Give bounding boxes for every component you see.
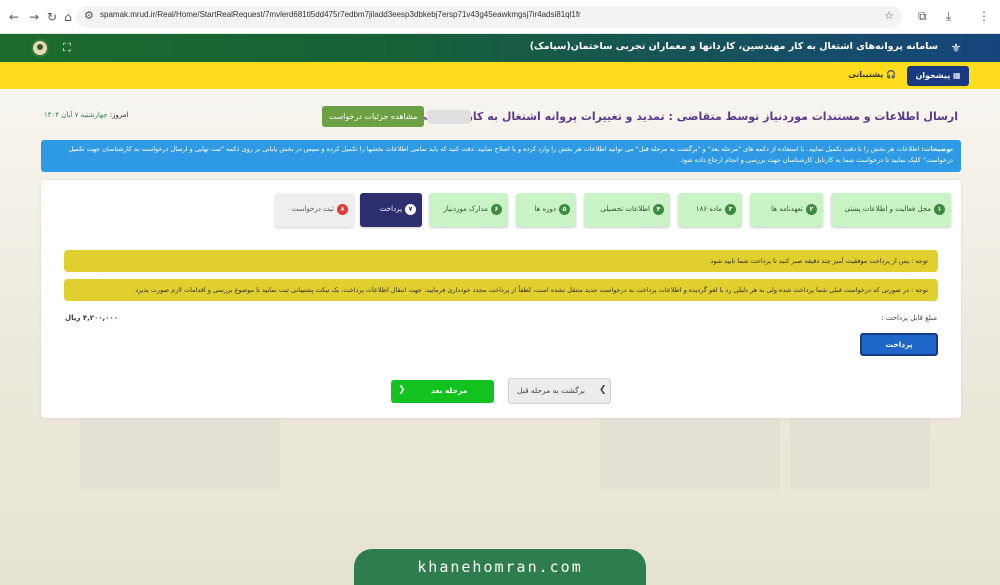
notice-previous-payment: توجه : در صورتی که درخواست قبلی شما پردا… [64,279,938,301]
step-education[interactable]: ۴ اطلاعات تحصیلی [584,193,670,227]
step-required-documents[interactable]: ۶ مدارک موردنیاز [429,193,508,227]
bookmark-star-icon[interactable]: ☆ [884,9,894,22]
step-number: ۳ [725,204,736,215]
step-number: ۲ [806,204,817,215]
step-label: مدارک موردنیاز [443,205,488,213]
step-label: ماده ۱۸۶ [695,205,722,213]
home-icon[interactable]: ⌂ [60,9,76,25]
instructions-box: توضیحات: اطلاعات هر بخش را با دقت تکمیل … [41,140,961,172]
today-date: امروز: چهارشنبه ۷ آبان ۱۴۰۴ [44,111,129,119]
step-payment[interactable]: ۷ پرداخت [360,193,422,227]
previous-step-label: برگشت به مرحله قبل [517,386,585,395]
url-text: spamak.mrud.ir/Real/Home/StartRealReques… [100,10,581,19]
chevron-left-icon: ❮ [398,385,406,395]
browser-menu-icon[interactable]: ⋮ [978,9,990,23]
step-number: ۴ [653,204,664,215]
step-label: تعهدنامه ها [771,205,803,213]
dashboard-label: پیشخوان [915,71,951,80]
forward-icon[interactable]: → [26,9,42,25]
previous-step-button[interactable]: برگشت به مرحله قبل ❯ [508,378,611,404]
extensions-icon[interactable]: ⧉ [918,9,927,24]
site-watermark: khanehomran.com [354,549,646,585]
main-menu: ▦ پیشخوان 🎧 پشتیبانی [0,62,1000,89]
toggle-pill[interactable] [427,110,471,124]
instructions-text: اطلاعات هر بخش را با دقت تکمیل نمایید. ب… [68,145,953,164]
step-label: پرداخت [379,205,402,213]
step-article-186[interactable]: ۳ ماده ۱۸۶ [678,193,742,227]
step-number: ۵ [559,204,570,215]
step-label: محل فعالیت و اطلاعات پستی [844,205,931,213]
payable-amount-label: مبلغ قابل پرداخت : [881,314,937,322]
emblem-icon: ⚜ [950,41,962,55]
grid-icon: ▦ [953,71,961,80]
next-step-button[interactable]: ❮ مرحله بعد [391,380,494,403]
notice-wait-confirmation: توجه : پس از پرداخت موفقیت آمیز چند دقیق… [64,250,938,272]
step-label: دوره ها [534,205,556,213]
payable-amount-value: ۴,۲۰۰,۰۰۰ ریال [65,314,119,322]
browser-toolbar: ← → ↻ ⌂ ⚙ spamak.mrud.ir/Real/Home/Start… [0,0,1000,34]
wizard-steps: ۱ محل فعالیت و اطلاعات پستی ۲ تعهدنامه ه… [41,180,961,240]
step-commitments[interactable]: ۲ تعهدنامه ها [750,193,823,227]
support-link[interactable]: 🎧 پشتیبانی [848,70,896,79]
app-header: ⚜ سامانه پروانه‌های اشتغال به کار مهندسی… [0,34,1000,62]
instructions-heading: توضیحات: [921,145,953,153]
next-step-label: مرحله بعد [431,386,468,395]
step-number: ۶ [491,204,502,215]
step-number: ۷ [405,204,416,215]
step-submit-request[interactable]: ۸ ثبت درخواست [275,193,354,227]
fullscreen-icon[interactable]: ⛶ [63,41,71,55]
date-label: امروز: [109,111,129,119]
step-courses[interactable]: ۵ دوره ها [516,193,576,227]
chevron-right-icon: ❯ [599,385,607,395]
support-label: پشتیبانی [848,70,884,79]
pay-button[interactable]: پرداخت [860,333,938,356]
site-info-icon[interactable]: ⚙ [84,9,94,22]
step-label: اطلاعات تحصیلی [600,205,650,213]
view-request-details-button[interactable]: مشاهده جزئیات درخواست [322,106,424,127]
step-number: ۸ [337,204,348,215]
back-icon[interactable]: ← [6,9,22,25]
download-icon[interactable]: ⤓ [946,9,951,24]
user-avatar[interactable] [31,39,49,57]
address-bar[interactable]: ⚙ spamak.mrud.ir/Real/Home/StartRealRequ… [76,6,902,28]
headset-icon: 🎧 [886,70,896,79]
step-number: ۱ [934,204,945,215]
wizard-card: ۱ محل فعالیت و اطلاعات پستی ۲ تعهدنامه ه… [41,180,961,418]
reload-icon[interactable]: ↻ [44,9,60,25]
step-activity-location[interactable]: ۱ محل فعالیت و اطلاعات پستی [831,193,951,227]
date-value: چهارشنبه ۷ آبان ۱۴۰۴ [44,111,108,119]
dashboard-button[interactable]: ▦ پیشخوان [907,66,969,86]
app-title: سامانه پروانه‌های اشتغال به کار مهندسین،… [529,41,938,52]
step-label: ثبت درخواست [291,205,334,213]
